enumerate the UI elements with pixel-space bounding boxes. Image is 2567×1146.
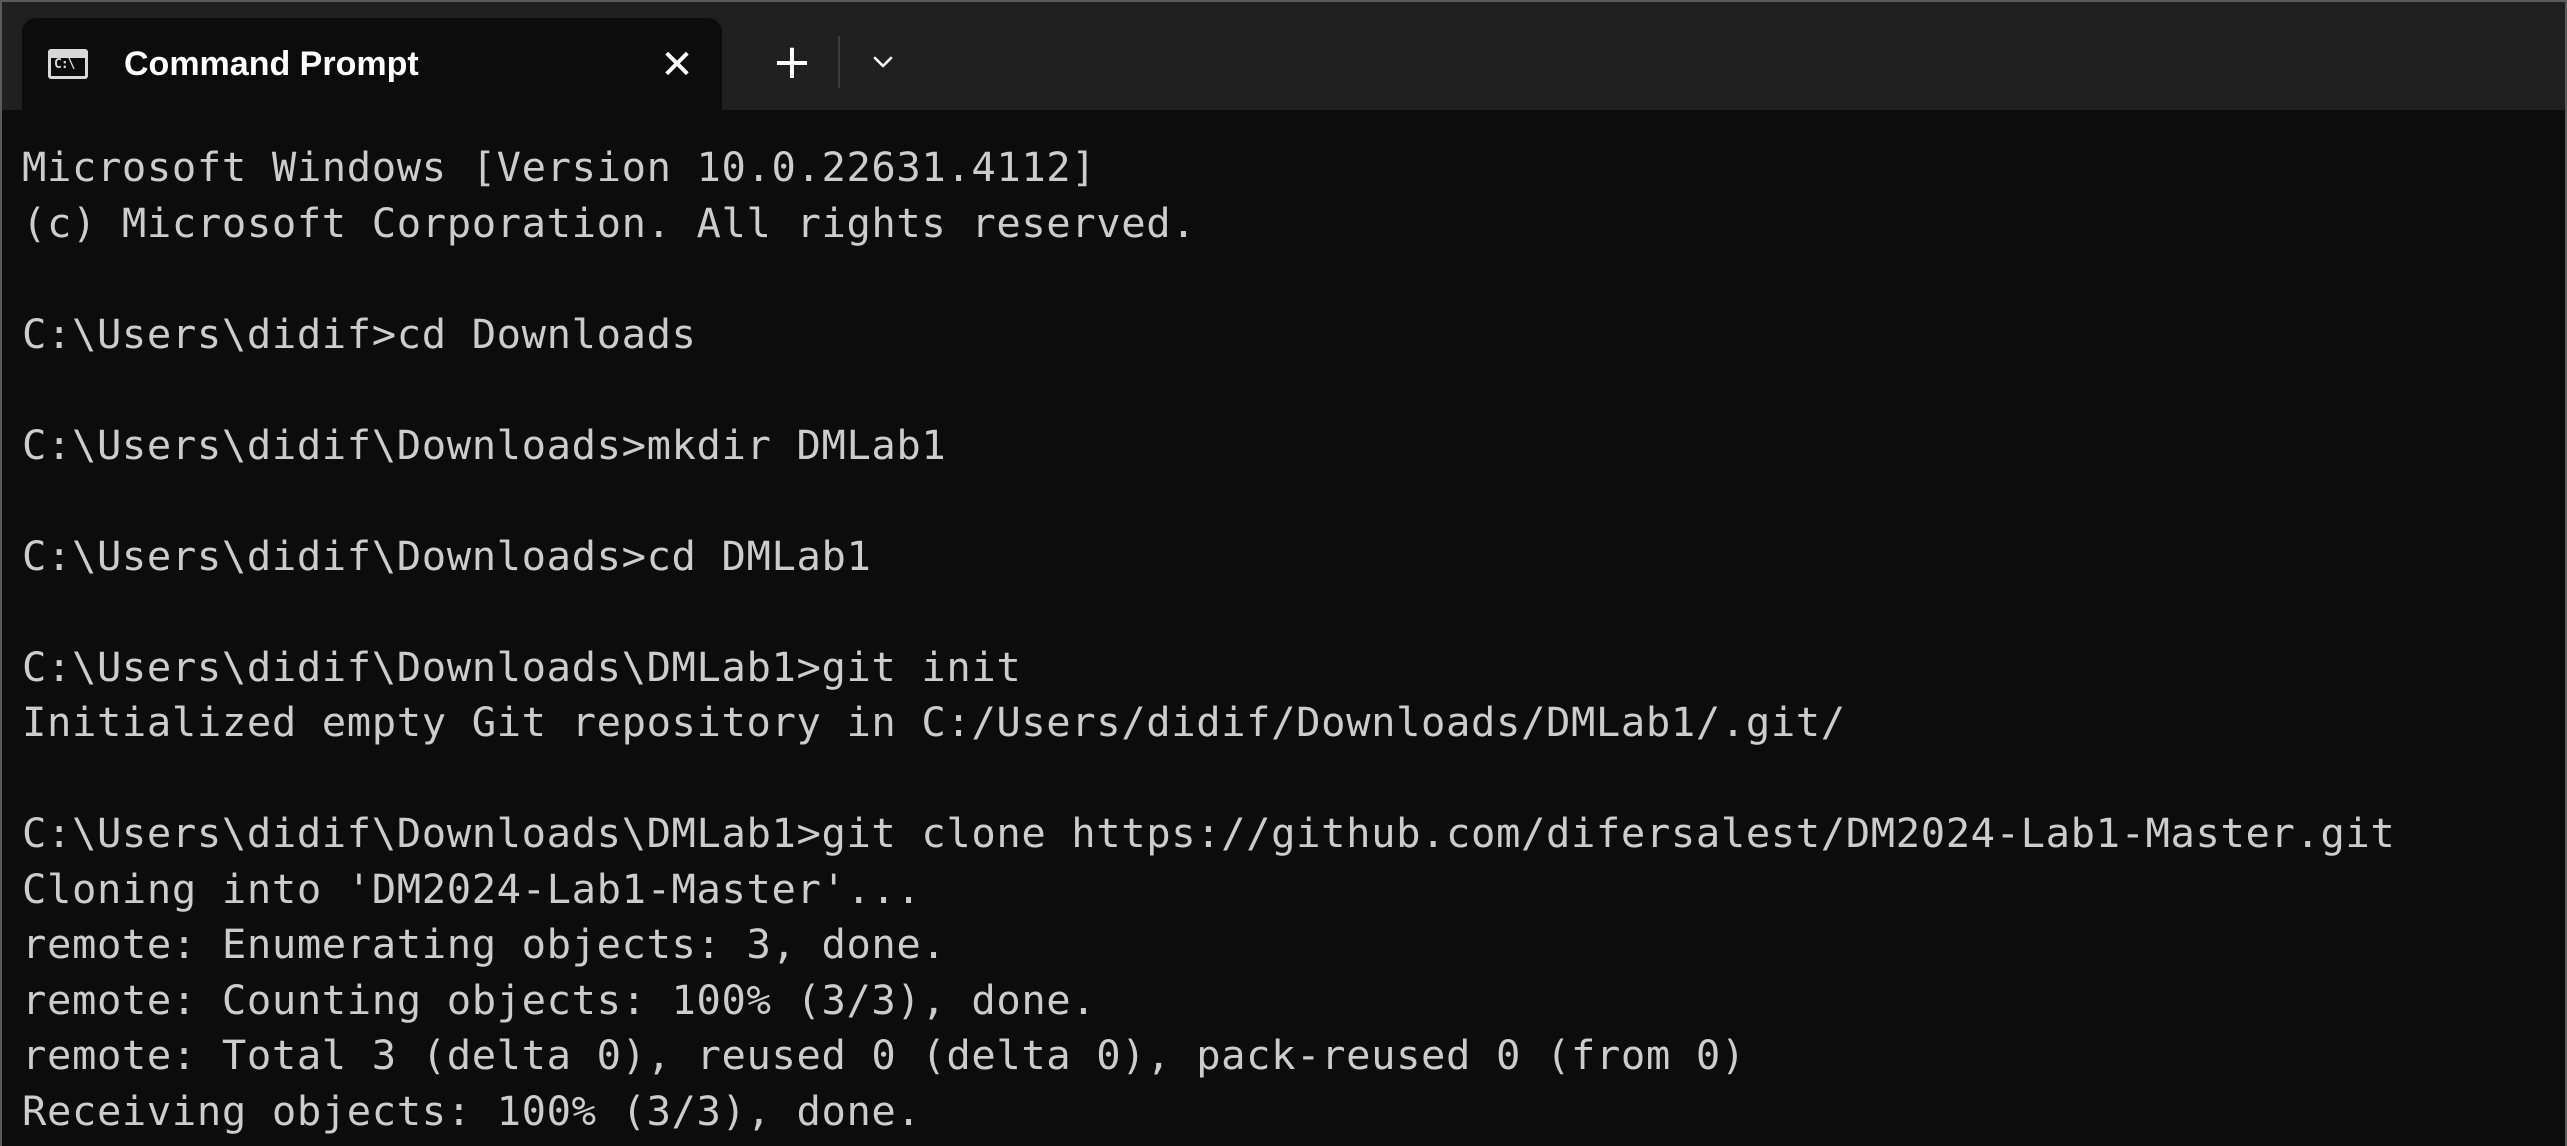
terminal-line: remote: Total 3 (delta 0), reused 0 (del…: [22, 1031, 1746, 1079]
tab-command-prompt[interactable]: C:\ Command Prompt ✕: [22, 18, 722, 110]
tab-title: Command Prompt: [124, 45, 419, 83]
tab-divider: [838, 36, 840, 88]
cmd-icon: C:\: [48, 49, 88, 79]
terminal-line: C:\Users\didif\Downloads>cd DMLab1: [22, 531, 872, 580]
new-tab-button[interactable]: +: [764, 34, 820, 90]
terminal-line: (c) Microsoft Corporation. All rights re…: [22, 198, 1197, 247]
terminal-line: Receiving objects: 100% (3/3), done.: [22, 1086, 922, 1135]
tab-dropdown-button[interactable]: [858, 36, 908, 88]
terminal-line: Cloning into 'DM2024-Lab1-Master'...: [22, 864, 922, 913]
command-prompt-window: C:\ Command Prompt ✕ + Microsoft Windows…: [0, 0, 2567, 1146]
title-bar: C:\ Command Prompt ✕ +: [2, 2, 2565, 110]
terminal-line: remote: Enumerating objects: 3, done.: [22, 920, 947, 968]
terminal-line: C:\Users\didif\Downloads>mkdir DMLab1: [22, 420, 947, 469]
terminal-line: C:\Users\didif\Downloads\DMLab1>git clon…: [22, 809, 2396, 857]
terminal-line: C:\Users\didif>cd Downloads: [22, 309, 697, 358]
close-tab-button[interactable]: ✕: [652, 40, 702, 90]
terminal-line: C:\Users\didif\Downloads\DMLab1>git init: [22, 642, 1022, 691]
terminal-line: Microsoft Windows [Version 10.0.22631.41…: [22, 143, 1097, 191]
terminal-line: Initialized empty Git repository in C:/U…: [22, 698, 1846, 746]
terminal-line: remote: Counting objects: 100% (3/3), do…: [22, 975, 1097, 1024]
cmd-icon-glyph: C:\: [54, 57, 76, 72]
terminal-output[interactable]: Microsoft Windows [Version 10.0.22631.41…: [2, 110, 2565, 1146]
chevron-down-icon: [873, 56, 893, 68]
